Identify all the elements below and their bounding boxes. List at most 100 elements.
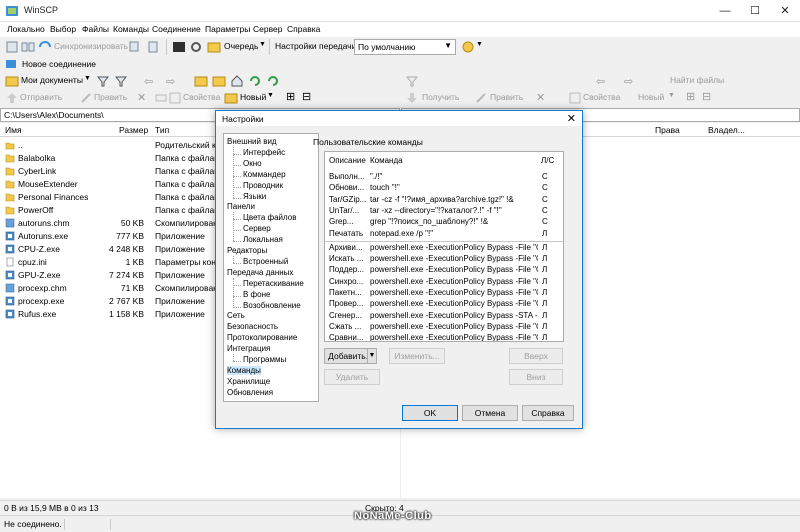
- menu-options[interactable]: Параметры: [205, 24, 250, 34]
- compare-icon[interactable]: [21, 40, 35, 54]
- up-button[interactable]: Вверх: [509, 348, 563, 364]
- remove-button[interactable]: Удалить: [324, 369, 380, 385]
- location-select[interactable]: Мои документы: [21, 75, 83, 85]
- col-name[interactable]: Имя: [5, 125, 22, 135]
- back-arrow-icon[interactable]: ⇦: [144, 75, 153, 88]
- command-row[interactable]: Выполн... "./!" С: [325, 172, 563, 183]
- command-row[interactable]: Обнови... touch "!" С: [325, 183, 563, 194]
- new-session-tab[interactable]: Новое соединение: [22, 59, 96, 69]
- col-description[interactable]: Описание: [329, 156, 366, 165]
- properties-icon[interactable]: [168, 91, 182, 105]
- queue-icon[interactable]: [207, 40, 221, 54]
- presets-dropdown-icon[interactable]: ▼: [476, 41, 483, 48]
- location-dropdown-icon[interactable]: ▼: [84, 75, 91, 82]
- help-button[interactable]: Справка: [522, 405, 574, 421]
- commands-list[interactable]: Описание Команда Л/С Выполн... "./!" С Обно…: [324, 151, 564, 342]
- tree-item[interactable]: Передача данных: [227, 268, 293, 277]
- queue-button[interactable]: Очередь: [224, 41, 258, 51]
- command-row[interactable]: Сжать ... powershell.exe -ExecutionPolicy…: [325, 322, 563, 333]
- remote-forward-arrow-icon[interactable]: ⇨: [624, 75, 633, 88]
- tree-item[interactable]: Проводник: [243, 181, 283, 190]
- command-row[interactable]: Архиви... powershell.exe -ExecutionPolicy…: [325, 243, 563, 254]
- copy-icon[interactable]: [128, 40, 142, 54]
- remote-deselect-icon[interactable]: ⊟: [702, 90, 711, 103]
- tree-item[interactable]: Команды: [227, 365, 261, 375]
- tree-item[interactable]: Перетаскивание: [243, 279, 304, 288]
- new-button[interactable]: Новый: [240, 92, 266, 102]
- command-row[interactable]: Синхро... powershell.exe -ExecutionPolicy…: [325, 277, 563, 288]
- new-session-icon[interactable]: [5, 58, 17, 70]
- tree-item[interactable]: Протоколирование: [227, 333, 297, 342]
- command-row[interactable]: Печатать notepad.exe /p "!" Л: [325, 229, 563, 240]
- minimize-button[interactable]: —: [710, 0, 740, 22]
- col-size[interactable]: Размер: [119, 125, 148, 135]
- menu-files[interactable]: Файлы: [82, 24, 109, 34]
- remote-properties-icon[interactable]: [568, 91, 582, 105]
- menu-server[interactable]: Сервер: [253, 24, 282, 34]
- remote-new-button[interactable]: Новый: [638, 92, 664, 102]
- tree-item[interactable]: Интерфейс: [243, 148, 285, 157]
- col-rights[interactable]: Права: [655, 125, 680, 135]
- remote-properties-button[interactable]: Свойства: [583, 92, 620, 102]
- command-row[interactable]: Grep... grep "!?поиск_по_шаблону?!" !& С: [325, 217, 563, 228]
- remote-new-dropdown-icon[interactable]: ▼: [668, 92, 675, 99]
- remote-edit-icon[interactable]: [474, 91, 488, 105]
- root-icon[interactable]: [212, 74, 226, 88]
- tree-item[interactable]: Языки: [243, 192, 266, 201]
- tree-item[interactable]: Программы: [243, 355, 286, 364]
- tree-item[interactable]: Безопасность: [227, 322, 278, 331]
- remote-filter-icon[interactable]: [405, 74, 419, 88]
- tree-item[interactable]: Сервер: [243, 224, 271, 233]
- deselect-icon[interactable]: ⊟: [302, 90, 311, 103]
- upload-icon[interactable]: [5, 91, 19, 105]
- command-row[interactable]: Искать ... powershell.exe -ExecutionPolic…: [325, 254, 563, 265]
- refresh-icon[interactable]: [248, 74, 262, 88]
- tree-item[interactable]: Интеграция: [227, 344, 270, 353]
- find-files-button[interactable]: Найти файлы: [670, 75, 724, 85]
- paste-icon[interactable]: [146, 40, 160, 54]
- tree-item[interactable]: Окно: [243, 159, 262, 168]
- transfer-presets-icon[interactable]: [461, 40, 475, 54]
- add-dropdown-icon[interactable]: ▼: [367, 348, 377, 364]
- col-command[interactable]: Команда: [370, 156, 403, 165]
- menu-select[interactable]: Выбор: [50, 24, 76, 34]
- settings-tree[interactable]: Внешний вид Интерфейс Окно Коммандер Проводн…: [223, 133, 319, 402]
- command-row[interactable]: Поддер... powershell.exe -ExecutionPolicy…: [325, 265, 563, 276]
- tree-item[interactable]: Встроенный: [243, 257, 288, 266]
- transfer-settings-select[interactable]: По умолчанию ▼: [354, 39, 456, 55]
- remote-back-arrow-icon[interactable]: ⇦: [596, 75, 605, 88]
- menu-help[interactable]: Справка: [287, 24, 320, 34]
- sync-icon[interactable]: [38, 40, 52, 54]
- filter-icon[interactable]: [96, 74, 110, 88]
- delete-icon[interactable]: ✕: [137, 91, 146, 104]
- select-all-icon[interactable]: ⊞: [286, 90, 295, 103]
- sync-button[interactable]: Синхронизировать: [54, 41, 128, 51]
- change-button[interactable]: Изменить...: [389, 348, 445, 364]
- tree-item[interactable]: Возобновление: [243, 301, 301, 310]
- command-row[interactable]: Tar/GZip... tar -cz -f "!?имя_архива?arch…: [325, 195, 563, 206]
- new-folder-icon[interactable]: [224, 91, 238, 105]
- remote-edit-button[interactable]: Править: [490, 92, 523, 102]
- tree-item[interactable]: Локальная: [243, 235, 283, 244]
- properties-button[interactable]: Свойства: [183, 92, 220, 102]
- tree-item[interactable]: Редакторы: [227, 246, 267, 255]
- maximize-button[interactable]: ☐: [740, 0, 770, 22]
- command-row[interactable]: Сгенер... powershell.exe -ExecutionPolicy…: [325, 311, 563, 322]
- remote-select-all-icon[interactable]: ⊞: [686, 90, 695, 103]
- queue-dropdown-icon[interactable]: ▼: [259, 41, 266, 48]
- gear-icon[interactable]: [189, 40, 203, 54]
- remote-delete-icon[interactable]: ✕: [536, 91, 545, 104]
- command-row[interactable]: Провер... powershell.exe -ExecutionPolicy…: [325, 299, 563, 310]
- receive-button[interactable]: Получить: [422, 92, 459, 102]
- tree-item[interactable]: В фоне: [243, 290, 270, 299]
- tree-item[interactable]: Панели: [227, 202, 255, 211]
- tree-item[interactable]: Сеть: [227, 311, 245, 320]
- command-row[interactable]: Сравни... powershell.exe -ExecutionPolicy…: [325, 333, 563, 341]
- edit-button[interactable]: Править: [94, 92, 127, 102]
- close-button[interactable]: ✕: [770, 0, 800, 22]
- new-dropdown-icon[interactable]: ▼: [267, 92, 274, 99]
- rename-icon[interactable]: [154, 91, 168, 105]
- forward-arrow-icon[interactable]: ⇨: [166, 75, 175, 88]
- command-row[interactable]: Пакетн... powershell.exe -ExecutionPolicy…: [325, 288, 563, 299]
- filter-icon[interactable]: [114, 74, 128, 88]
